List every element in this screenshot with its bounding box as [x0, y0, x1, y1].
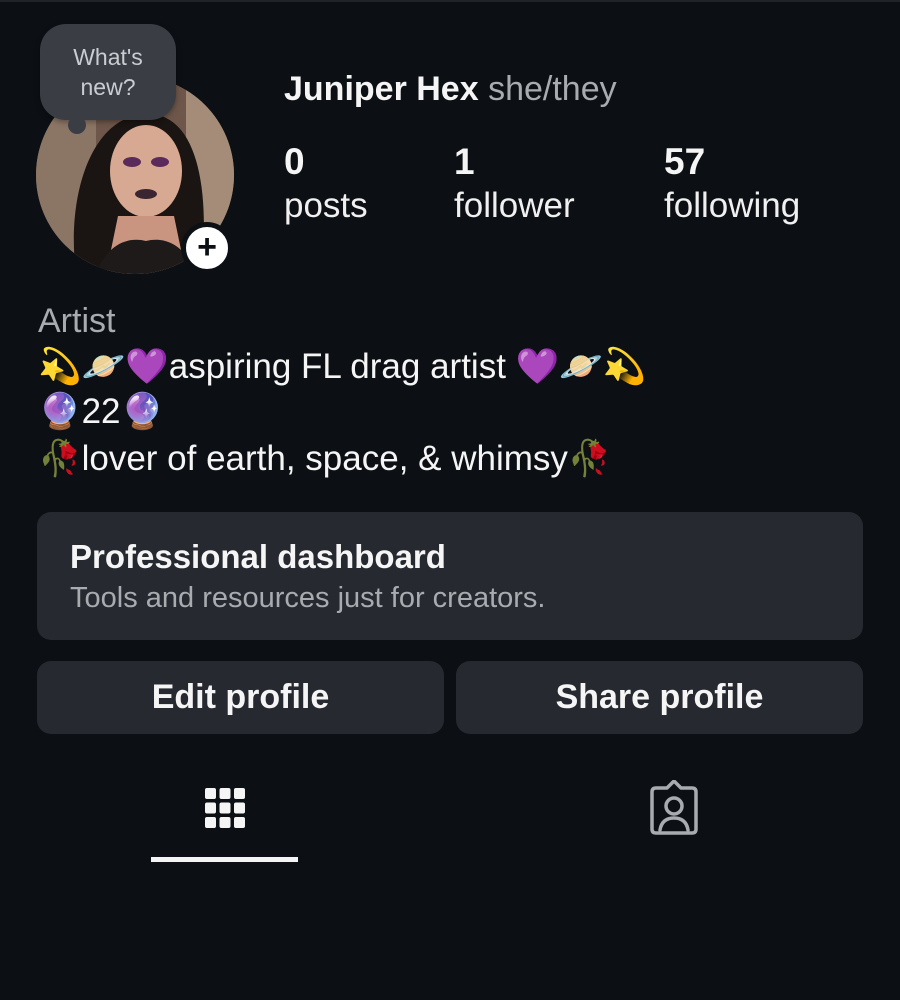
profile-category: Artist [38, 302, 116, 340]
bio-line: 🔮22🔮 [38, 392, 165, 431]
professional-dashboard-card[interactable]: Professional dashboard Tools and resourc… [37, 512, 863, 640]
pronouns: she/they [488, 70, 617, 108]
followers-count: 1 [454, 141, 475, 182]
posts-label: posts [284, 186, 368, 225]
profile-name-row: Juniper Hex she/they [284, 68, 617, 110]
whats-new-note-text: What's new? [73, 44, 143, 100]
following-count: 57 [664, 141, 706, 182]
edit-profile-button[interactable]: Edit profile [37, 661, 444, 734]
posts-stat[interactable]: 0 posts [284, 140, 368, 228]
add-story-button[interactable]: + [181, 222, 233, 274]
following-label: following [664, 186, 801, 225]
plus-icon: + [197, 227, 217, 266]
top-divider [0, 0, 900, 2]
professional-dashboard-title: Professional dashboard [70, 538, 446, 575]
professional-dashboard-subtitle: Tools and resources just for creators. [70, 582, 546, 614]
tab-tagged[interactable] [600, 780, 748, 864]
share-profile-button[interactable]: Share profile [456, 661, 863, 734]
following-stat[interactable]: 57 following [664, 140, 800, 228]
bubble-tail-dot [68, 116, 86, 134]
grid-icon [205, 788, 245, 828]
whats-new-note-bubble[interactable]: What's new? [40, 24, 176, 120]
bio-line: 🥀lover of earth, space, & whimsy🥀 [38, 439, 612, 478]
tagged-icon [650, 780, 698, 835]
selected-tab-indicator [151, 857, 298, 862]
display-name: Juniper Hex [284, 70, 479, 108]
posts-count: 0 [284, 141, 305, 182]
tab-posts-grid[interactable] [151, 780, 299, 864]
followers-stat[interactable]: 1 follower [454, 140, 575, 228]
bio-line: 💫🪐💜aspiring FL drag artist 💜🪐💫 [38, 347, 647, 386]
followers-label: follower [454, 186, 575, 225]
